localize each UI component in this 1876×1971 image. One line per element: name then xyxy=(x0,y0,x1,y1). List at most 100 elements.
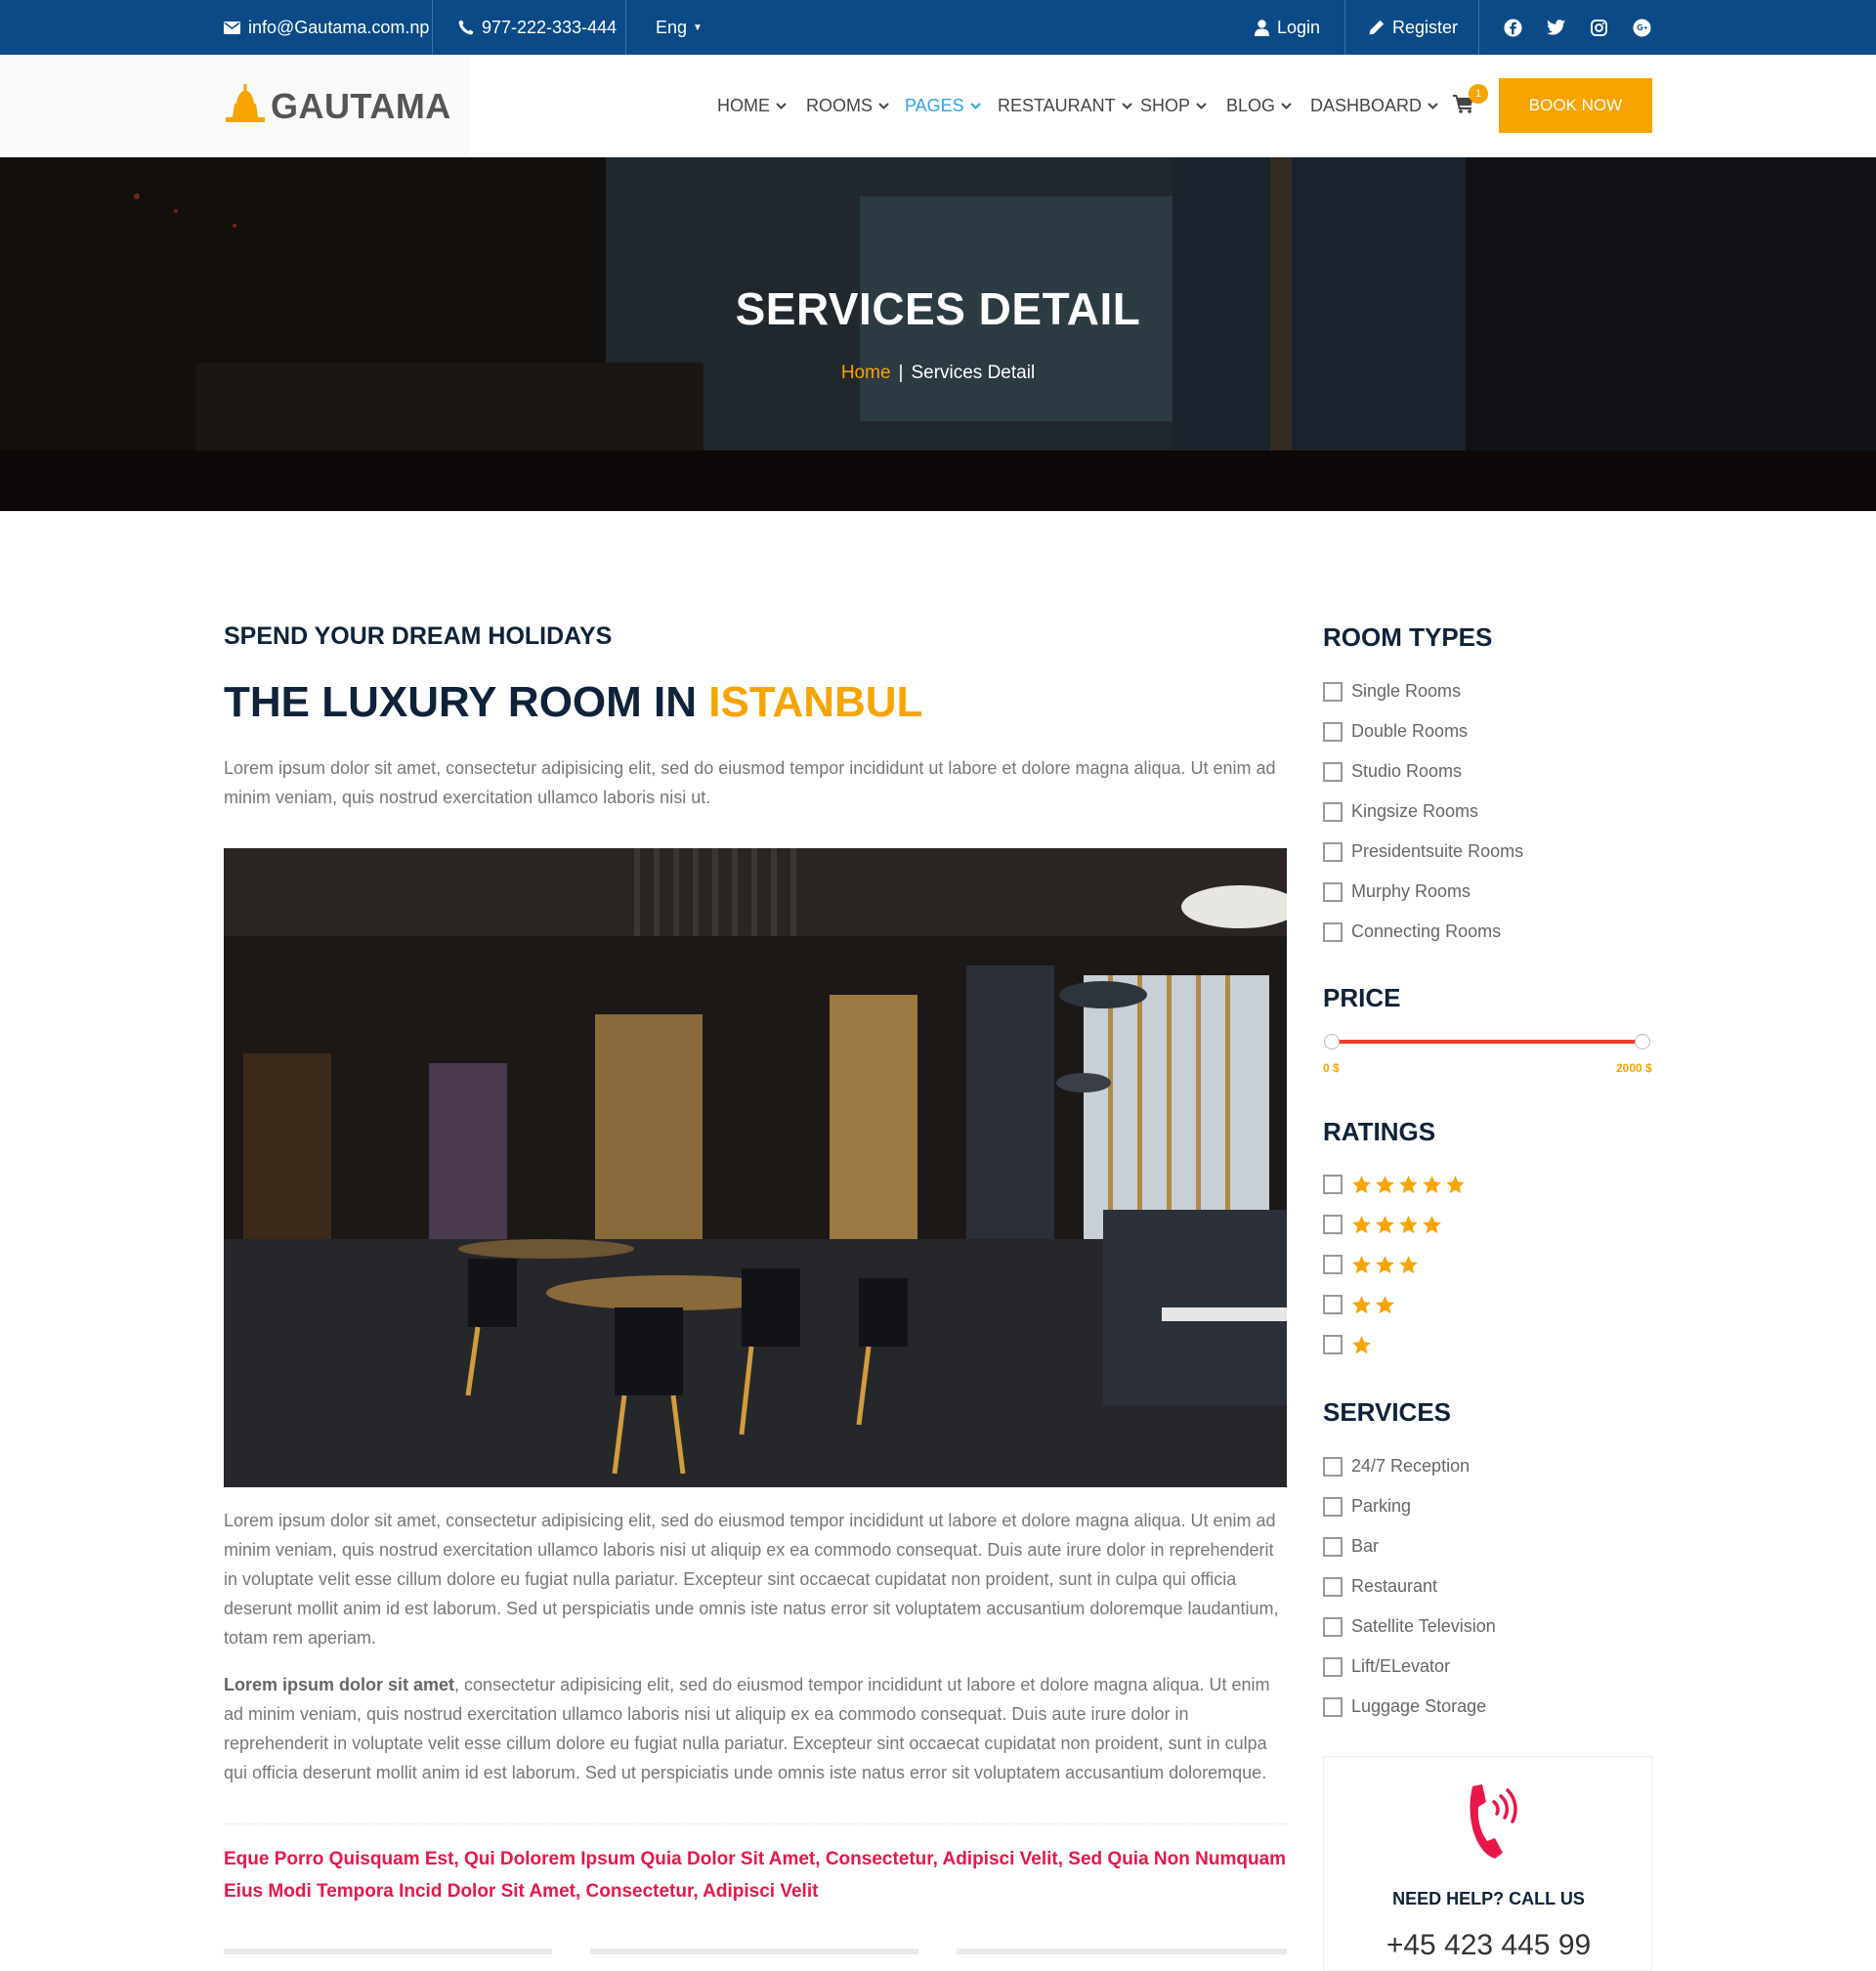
room-type-studio-checkbox[interactable]: Studio Rooms xyxy=(1323,761,1462,782)
checkbox[interactable] xyxy=(1323,841,1343,862)
checkbox[interactable] xyxy=(1323,1335,1343,1354)
email-link[interactable]: info@Gautama.com.np xyxy=(224,0,429,55)
topbar-divider xyxy=(1478,0,1479,55)
instagram-icon[interactable] xyxy=(1589,18,1608,37)
checkbox[interactable] xyxy=(1323,1616,1343,1637)
service-label: Luggage Storage xyxy=(1351,1696,1487,1716)
chevron-down-icon xyxy=(1281,103,1292,109)
checkbox[interactable] xyxy=(1323,1175,1343,1194)
price-min-handle[interactable] xyxy=(1324,1034,1340,1050)
nav-label: RESTAURANT xyxy=(998,96,1116,115)
content-divider xyxy=(224,1823,1287,1824)
topbar-divider xyxy=(1344,0,1345,55)
pencil-icon xyxy=(1369,20,1385,35)
star-rating xyxy=(1351,1215,1442,1234)
checkbox[interactable] xyxy=(1323,921,1343,942)
room-type-double-checkbox[interactable]: Double Rooms xyxy=(1323,721,1468,742)
service-label: 24/7 Reception xyxy=(1351,1456,1471,1476)
twitter-icon[interactable] xyxy=(1546,18,1565,37)
checkbox[interactable] xyxy=(1323,1496,1343,1517)
service-label: Parking xyxy=(1351,1496,1412,1516)
login-link[interactable]: Login xyxy=(1255,0,1320,55)
room-type-kingsize-checkbox[interactable]: Kingsize Rooms xyxy=(1323,801,1478,822)
service-label: Satellite Television xyxy=(1351,1616,1496,1636)
star-icon xyxy=(1352,1296,1371,1314)
service-label: Lift/ELevator xyxy=(1351,1656,1451,1676)
star-rating xyxy=(1351,1335,1372,1354)
room-type-murphy-checkbox[interactable]: Murphy Rooms xyxy=(1323,881,1471,902)
section-title: THE LUXURY ROOM IN ISTANBUL xyxy=(224,678,922,727)
logo[interactable]: GAUTAMA xyxy=(224,82,451,130)
breadcrumb-home-link[interactable]: Home xyxy=(841,363,891,383)
service-satellite-tv-checkbox[interactable]: Satellite Television xyxy=(1323,1616,1496,1637)
checkbox[interactable] xyxy=(1323,1255,1343,1274)
checkbox[interactable] xyxy=(1323,1696,1343,1717)
ringing-phone-icon xyxy=(1459,1780,1521,1867)
phone-link[interactable]: 977-222-333-444 xyxy=(458,0,617,55)
room-type-label: Single Rooms xyxy=(1351,681,1462,701)
checkbox[interactable] xyxy=(1323,1215,1343,1234)
section-subtitle: SPEND YOUR DREAM HOLIDAYS xyxy=(224,622,613,650)
star-icon xyxy=(1352,1216,1371,1234)
service-reception-checkbox[interactable]: 24/7 Reception xyxy=(1323,1456,1470,1477)
nav-shop[interactable]: SHOP xyxy=(1140,96,1207,116)
service-label: Restaurant xyxy=(1351,1576,1438,1596)
topbar-divider xyxy=(432,0,433,55)
register-link[interactable]: Register xyxy=(1369,0,1458,55)
nav-rooms[interactable]: ROOMS xyxy=(806,96,889,116)
book-now-button[interactable]: BOOK NOW xyxy=(1499,78,1652,133)
checkbox[interactable] xyxy=(1323,1456,1343,1477)
intro-paragraph: Lorem ipsum dolor sit amet, consectetur … xyxy=(224,758,1276,807)
star-icon xyxy=(1352,1176,1371,1194)
room-type-connecting-checkbox[interactable]: Connecting Rooms xyxy=(1323,921,1501,942)
room-types-heading: ROOM TYPES xyxy=(1323,622,1493,652)
price-max-handle[interactable] xyxy=(1635,1034,1650,1050)
main-header: GAUTAMA HOME ROOMS PAGES RESTAURANT SHOP… xyxy=(0,55,1876,157)
rating-filter-3-stars[interactable] xyxy=(1323,1255,1419,1274)
rating-filter-5-stars[interactable] xyxy=(1323,1175,1466,1194)
checkbox[interactable] xyxy=(1323,1656,1343,1677)
service-elevator-checkbox[interactable]: Lift/ELevator xyxy=(1323,1656,1450,1677)
rating-filter-2-stars[interactable] xyxy=(1323,1295,1395,1314)
checkbox[interactable] xyxy=(1323,761,1343,782)
service-bar-checkbox[interactable]: Bar xyxy=(1323,1536,1379,1557)
price-range-slider[interactable] xyxy=(1332,1040,1642,1044)
chevron-down-icon xyxy=(776,103,787,109)
envelope-icon xyxy=(224,21,240,34)
topbar-divider xyxy=(625,0,626,55)
star-icon xyxy=(1352,1336,1371,1354)
checkbox[interactable] xyxy=(1323,681,1343,702)
help-title: NEED HELP? CALL US xyxy=(1392,1889,1585,1908)
ratings-heading: RATINGS xyxy=(1323,1117,1436,1146)
page-hero-banner: SERVICES DETAIL Home | Services Detail xyxy=(0,157,1876,511)
checkbox[interactable] xyxy=(1323,1576,1343,1597)
room-type-single-checkbox[interactable]: Single Rooms xyxy=(1323,681,1461,702)
rating-filter-1-star[interactable] xyxy=(1323,1335,1372,1354)
google-plus-icon[interactable] xyxy=(1632,18,1651,37)
price-max-label: 2000 $ xyxy=(1616,1061,1652,1075)
nav-restaurant[interactable]: RESTAURANT xyxy=(998,96,1132,116)
checkbox[interactable] xyxy=(1323,801,1343,822)
help-phone-number[interactable]: +45 423 445 99 xyxy=(1324,1929,1653,1962)
service-restaurant-checkbox[interactable]: Restaurant xyxy=(1323,1576,1437,1597)
star-icon xyxy=(1446,1176,1465,1194)
nav-blog[interactable]: BLOG xyxy=(1226,96,1292,116)
checkbox[interactable] xyxy=(1323,721,1343,742)
language-select[interactable]: Eng ▼ xyxy=(656,0,703,55)
checkbox[interactable] xyxy=(1323,1536,1343,1557)
title-prefix: THE LUXURY ROOM IN xyxy=(224,678,698,726)
checkbox[interactable] xyxy=(1323,1295,1343,1314)
service-luggage-checkbox[interactable]: Luggage Storage xyxy=(1323,1696,1486,1717)
service-parking-checkbox[interactable]: Parking xyxy=(1323,1496,1411,1517)
nav-dashboard[interactable]: DASHBOARD xyxy=(1310,96,1438,116)
nav-pages[interactable]: PAGES xyxy=(905,96,981,116)
page-title: SERVICES DETAIL xyxy=(735,283,1141,334)
rating-filter-4-stars[interactable] xyxy=(1323,1215,1442,1234)
card-top-edge xyxy=(590,1949,918,1954)
nav-home[interactable]: HOME xyxy=(717,96,787,116)
nav-label: SHOP xyxy=(1140,96,1191,115)
room-type-presidentsuite-checkbox[interactable]: Presidentsuite Rooms xyxy=(1323,841,1523,862)
chevron-down-icon xyxy=(878,103,889,109)
facebook-icon[interactable] xyxy=(1503,18,1522,37)
checkbox[interactable] xyxy=(1323,881,1343,902)
